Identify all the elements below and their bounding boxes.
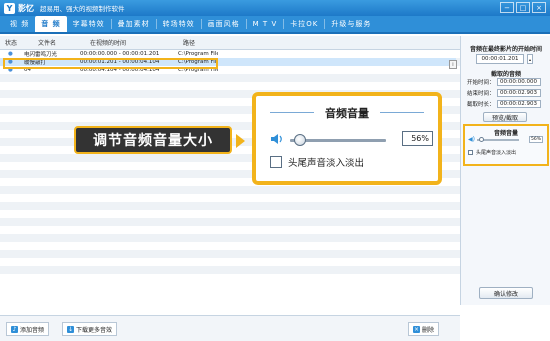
zoom-fade-label: 头尾声音淡入淡出 (288, 158, 365, 169)
tab-transition-effects[interactable]: 转场特效 (157, 16, 201, 32)
fade-label: 头尾声音淡入淡出 (476, 150, 517, 156)
end-time-row: 结束时间： 00:00:02.903 (467, 89, 541, 97)
file-name: 电闪雷鸣刀光 (24, 52, 58, 58)
tab-audio[interactable]: 音 频 (35, 16, 67, 32)
music-note-icon: ♪ (11, 325, 18, 333)
tab-picture-style[interactable]: 画面风格 (202, 16, 246, 32)
trash-icon: × (413, 325, 420, 333)
title-bar: Y 影忆 超易用、强大的视频制作软件 − □ × (0, 0, 550, 16)
column-header-path[interactable]: 路径 (183, 38, 195, 47)
start-time-field[interactable]: 00:00:01.201 (476, 54, 524, 64)
tutorial-callout: 调节音频音量大小 (74, 126, 232, 154)
volume-slider[interactable] (477, 137, 519, 142)
bottom-toolbar: ♪ 添加音频 ↓ 下载更多音效 × 删除 (0, 315, 460, 341)
duration-label: 截取时长： (467, 102, 495, 108)
main-tabs: 视 频 音 频 字幕特效 叠加素材 转场特效 画面风格 M T V 卡拉OK 升… (0, 16, 550, 34)
download-more-label: 下载更多音效 (76, 326, 113, 334)
begin-time-field[interactable]: 00:00:00.000 (496, 78, 541, 86)
delete-button[interactable]: × 删除 (408, 322, 440, 336)
tab-upgrade-service[interactable]: 升级与服务 (325, 16, 377, 32)
confirm-changes-button[interactable]: 确认修改 (479, 287, 533, 299)
volume-section: 音频音量 ◀) 56% 头尾声音淡入淡出 (463, 124, 549, 166)
tab-video[interactable]: 视 频 (4, 16, 35, 32)
end-time-label: 结束时间： (467, 91, 495, 97)
begin-time-label: 开始时间： (467, 80, 495, 86)
clip-title: 截取的音频 (490, 71, 521, 78)
file-path: C:\Program File... (178, 51, 218, 57)
delete-label: 删除 (422, 326, 435, 334)
zoom-volume-knob[interactable] (294, 134, 306, 146)
column-header-time[interactable]: 在视频的时间 (90, 38, 126, 47)
app-logo: Y (4, 2, 15, 14)
begin-time-row: 开始时间： 00:00:00.000 (467, 78, 541, 86)
speaker-icon[interactable] (270, 133, 284, 145)
app-slogan: 超易用、强大的视频制作软件 (40, 5, 125, 13)
maximize-button[interactable]: □ (516, 2, 530, 13)
download-more-button[interactable]: ↓ 下载更多音效 (62, 322, 118, 336)
zoom-volume-title: 音频音量 (325, 107, 369, 120)
status-icon: ● (8, 51, 13, 57)
tab-subtitle-effects[interactable]: 字幕特效 (67, 16, 111, 32)
time-spinner[interactable]: ▴ (527, 54, 533, 64)
volume-field[interactable]: 56% (529, 136, 543, 143)
row-info-icon[interactable]: i (449, 60, 457, 69)
start-time-label: 音频在最终影片的开始时间 (469, 46, 542, 53)
table-row[interactable]: ● 电闪雷鸣刀光 00:00:00.000 - 00:00:01.201 C:\… (0, 50, 220, 58)
title-divider-right (380, 112, 424, 113)
table-header: 状态 文件名 在视频的时间 路径 (0, 36, 460, 50)
volume-slider-knob[interactable] (479, 137, 484, 142)
tab-mtv[interactable]: M T V (247, 16, 284, 32)
selected-row-highlight (3, 58, 218, 69)
add-audio-button[interactable]: ♪ 添加音频 (6, 322, 50, 336)
column-header-status[interactable]: 状态 (5, 38, 17, 47)
zoom-fade-checkbox[interactable] (270, 156, 282, 168)
preview-clip-button[interactable]: 预览/截取 (483, 112, 527, 122)
time-range: 00:00:00.000 - 00:00:01.201 (80, 51, 160, 57)
audio-properties-sidebar: 音频在最终影片的开始时间 00:00:01.201 ▴ 截取的音频 开始时间： … (460, 36, 550, 305)
tab-overlay-material[interactable]: 叠加素材 (112, 16, 156, 32)
speaker-icon[interactable]: ◀) (468, 136, 475, 143)
zoom-volume-slider[interactable] (290, 134, 386, 146)
column-header-filename[interactable]: 文件名 (38, 38, 56, 47)
fade-checkbox[interactable] (468, 150, 473, 155)
download-icon: ↓ (67, 325, 74, 333)
window-controls: − □ × (500, 2, 546, 13)
duration-row: 截取时长： 00:00:02.903 (467, 100, 541, 108)
end-time-field[interactable]: 00:00:02.903 (496, 89, 541, 97)
tab-karaoke[interactable]: 卡拉OK (284, 16, 324, 32)
callout-arrow (236, 134, 245, 148)
volume-zoom-panel: 音频音量 56% 头尾声音淡入淡出 (252, 92, 442, 185)
add-audio-label: 添加音频 (20, 326, 45, 334)
zoom-volume-field[interactable]: 56% (402, 131, 433, 146)
app-name: 影忆 (18, 3, 34, 13)
close-button[interactable]: × (532, 2, 546, 13)
minimize-button[interactable]: − (500, 2, 514, 13)
duration-field[interactable]: 00:00:02.903 (496, 100, 541, 108)
